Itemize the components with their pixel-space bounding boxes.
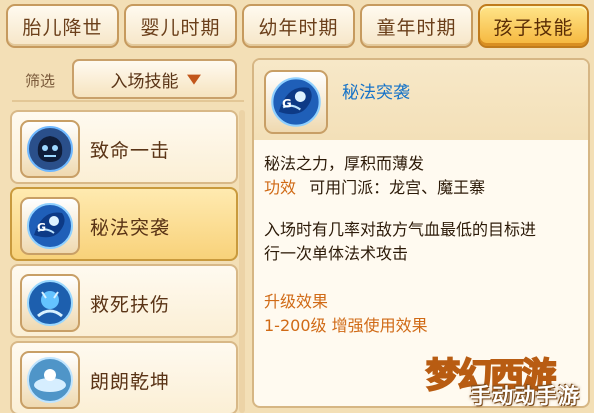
blue-healing-orb-icon: [20, 274, 80, 332]
skill-item-arcane-raid[interactable]: G 秘法突袭: [10, 187, 238, 261]
tab-bar: 胎儿降世 婴儿时期 幼年时期 童年时期 孩子技能: [0, 0, 594, 52]
filter-selected-value: 入场技能: [110, 71, 179, 92]
tab-child-skills[interactable]: 孩子技能: [478, 4, 589, 48]
effect-label: 功效: [264, 178, 297, 197]
divider: [12, 100, 244, 102]
upgrade-label: 升级效果: [264, 292, 329, 311]
detail-effect-row: 功效 可用门派：龙宫、魔王寨: [264, 174, 485, 198]
skill-item-rescue-heal[interactable]: 救死扶伤: [10, 264, 238, 338]
tab-infant[interactable]: 婴儿时期: [124, 4, 237, 48]
upgrade-text: 1-200级 增强使用效果: [264, 316, 428, 335]
skill-name: 救死扶伤: [90, 294, 171, 316]
skill-name: 秘法突袭: [90, 217, 171, 239]
svg-text:G: G: [282, 96, 292, 110]
watermark: 梦幻西游 手动动手游: [425, 352, 594, 413]
blue-sky-orb-icon: [20, 351, 80, 409]
tab-toddler[interactable]: 幼年时期: [242, 4, 355, 48]
filter-dropdown[interactable]: 入场技能 ▼: [72, 59, 237, 99]
blue-arcane-spirit-icon: G: [20, 197, 80, 255]
tab-childhood[interactable]: 童年时期: [360, 4, 473, 48]
detail-description-line2: 行一次单体法术攻击: [264, 244, 409, 263]
skill-name: 朗朗乾坤: [90, 371, 171, 393]
svg-text:G: G: [37, 221, 46, 234]
tab-fetal[interactable]: 胎儿降世: [6, 4, 119, 48]
dark-skull-fist-icon: [20, 120, 80, 178]
blue-arcane-spirit-icon: G: [264, 70, 328, 134]
skill-list-scrollbar[interactable]: [239, 110, 245, 413]
chevron-down-icon: ▼: [186, 71, 201, 87]
detail-description-line1: 入场时有几率对敌方气血最低的目标进: [264, 220, 537, 239]
detail-title: 秘法突袭: [342, 83, 410, 103]
site-watermark-text: 手动动手游: [470, 384, 580, 408]
filter-label: 筛选: [25, 72, 56, 90]
effect-text: 可用门派：龙宫、魔王寨: [309, 178, 486, 197]
detail-flavor-text: 秘法之力，厚积而薄发: [264, 154, 425, 173]
skill-item-fatal-strike[interactable]: 致命一击: [10, 110, 238, 184]
skill-item-clear-heavens[interactable]: 朗朗乾坤: [10, 341, 238, 413]
skill-list: 致命一击 G 秘法突袭 救死扶伤 朗朗乾坤: [10, 110, 238, 413]
skill-name: 致命一击: [90, 140, 171, 162]
